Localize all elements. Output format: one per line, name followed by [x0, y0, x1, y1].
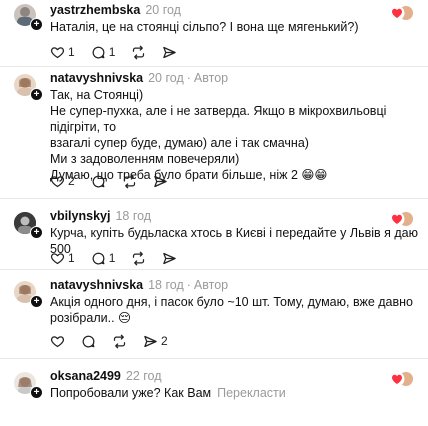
- reply-count: 1: [108, 251, 116, 265]
- share-button[interactable]: [153, 174, 168, 189]
- username[interactable]: natavyshnivska: [50, 71, 143, 85]
- follow-plus-icon[interactable]: +: [30, 88, 43, 101]
- reply-count: 1: [108, 45, 116, 59]
- comment-text: Попробовали уже? Как Вам Перекласти: [50, 385, 420, 401]
- repost-button[interactable]: [131, 251, 146, 266]
- meta-dot: ·: [186, 71, 191, 85]
- share-button[interactable]: [162, 45, 177, 60]
- comment-meta: yastrzhembska 20 год: [50, 3, 181, 17]
- send-arrow-icon: [163, 252, 177, 264]
- comment-line: Попробовали уже? Как Вам: [50, 386, 212, 400]
- comment-meta: vbilynskyj 18 год: [50, 209, 151, 223]
- like-count: 1: [68, 45, 75, 59]
- author-label: Автор: [193, 71, 229, 85]
- action-bar: 1 1: [50, 42, 193, 62]
- comment-text: Наталія, це на стоянці сільпо? І вона ще…: [50, 19, 420, 35]
- like-button[interactable]: 2: [50, 174, 75, 189]
- timestamp: 20 год: [148, 71, 184, 85]
- comment-meta: natavyshnivska 18 год · Автор: [50, 278, 228, 292]
- author-label: Автор: [193, 278, 229, 292]
- timestamp: 22 год: [125, 369, 162, 383]
- comment-1: + yastrzhembska 20 год Наталія, це на сто…: [0, 0, 428, 68]
- comment-2: + natavyshnivska 20 год · Автор Так, на Сто…: [0, 68, 428, 194]
- like-button[interactable]: [50, 334, 65, 349]
- comment-meta: natavyshnivska 20 год · Автор: [50, 71, 228, 85]
- follow-plus-icon[interactable]: +: [30, 386, 43, 399]
- share-button[interactable]: 2: [143, 334, 168, 349]
- comment-4: + natavyshnivska 18 год · Автор Акція одног…: [0, 275, 428, 355]
- heart-icon: [50, 335, 65, 347]
- divider: [0, 66, 428, 67]
- repost-button[interactable]: [112, 334, 127, 349]
- reply-button[interactable]: [81, 334, 96, 349]
- send-arrow-icon: [163, 46, 177, 58]
- comment-line: Акція одного дня, і пасок було ~10 шт. Т…: [50, 295, 413, 309]
- heart-reaction-badge-icon: [388, 210, 414, 228]
- reply-button[interactable]: 1: [91, 251, 116, 266]
- repost-button[interactable]: [122, 174, 137, 189]
- like-count: 1: [68, 251, 75, 265]
- timestamp: 18 год: [148, 278, 184, 292]
- username[interactable]: natavyshnivska: [50, 278, 143, 292]
- like-button[interactable]: 1: [50, 45, 75, 60]
- repost-arrows-icon: [133, 45, 145, 59]
- comment-line: розібрали.. 😔: [50, 311, 132, 325]
- comment-bubble-icon: [92, 175, 105, 187]
- comment-5: + oksana2499 22 год Попробовали уже? Как …: [0, 366, 428, 426]
- comment-bubble-icon: [92, 46, 105, 58]
- comment-text: Акція одного дня, і пасок було ~10 шт. Т…: [50, 294, 420, 326]
- comment-meta: oksana2499 22 год: [50, 369, 162, 383]
- repost-arrows-icon: [123, 174, 135, 188]
- like-count: 2: [68, 174, 75, 188]
- comment-line: Наталія, це на стоянці сільпо? І вона ще…: [50, 20, 359, 34]
- follow-plus-icon[interactable]: +: [30, 295, 43, 308]
- comment-line: Ми з задоволенням повечеряли): [50, 152, 240, 166]
- comment-bubble-icon: [82, 335, 95, 347]
- divider: [0, 269, 428, 270]
- timestamp: 20 год: [145, 3, 181, 17]
- comment-3: + vbilynskyj 18 год Курча, купіть будьлас…: [0, 206, 428, 268]
- heart-icon: [50, 46, 65, 58]
- comment-line: взагалі супер буде, думаю) але і так сма…: [50, 136, 309, 150]
- action-bar: 2: [50, 171, 184, 191]
- divider: [0, 358, 428, 359]
- repost-button[interactable]: [131, 45, 146, 60]
- reply-button[interactable]: [91, 174, 106, 189]
- timestamp: 18 год: [115, 209, 152, 223]
- share-count: 2: [161, 334, 168, 348]
- send-arrow-icon: [153, 175, 167, 187]
- heart-reaction-badge-icon: [388, 4, 414, 22]
- meta-dot: ·: [186, 278, 191, 292]
- comment-line: Так, на Стоянці): [50, 88, 144, 102]
- send-arrow-icon: [144, 335, 157, 347]
- reply-button[interactable]: 1: [91, 45, 116, 60]
- heart-icon: [50, 175, 65, 187]
- heart-icon: [50, 252, 65, 264]
- repost-arrows-icon: [133, 251, 145, 265]
- like-button[interactable]: 1: [50, 251, 75, 266]
- username[interactable]: yastrzhembska: [50, 3, 140, 17]
- divider: [0, 198, 428, 199]
- heart-reaction-badge-icon: [388, 370, 414, 388]
- follow-plus-icon[interactable]: +: [30, 226, 43, 239]
- follow-plus-icon[interactable]: +: [30, 18, 43, 31]
- comment-text: Так, на Стоянці) Не супер-пухка, але і н…: [50, 87, 420, 183]
- username[interactable]: vbilynskyj: [50, 209, 110, 223]
- translate-link[interactable]: Перекласти: [217, 386, 286, 400]
- comment-line: Не супер-пухка, але і не затверда. Якщо …: [50, 104, 387, 134]
- action-bar: 2: [50, 331, 184, 351]
- username[interactable]: oksana2499: [50, 369, 121, 383]
- share-button[interactable]: [162, 251, 177, 266]
- repost-arrows-icon: [113, 334, 126, 348]
- comment-bubble-icon: [92, 252, 105, 264]
- action-bar: 1 1: [50, 248, 193, 268]
